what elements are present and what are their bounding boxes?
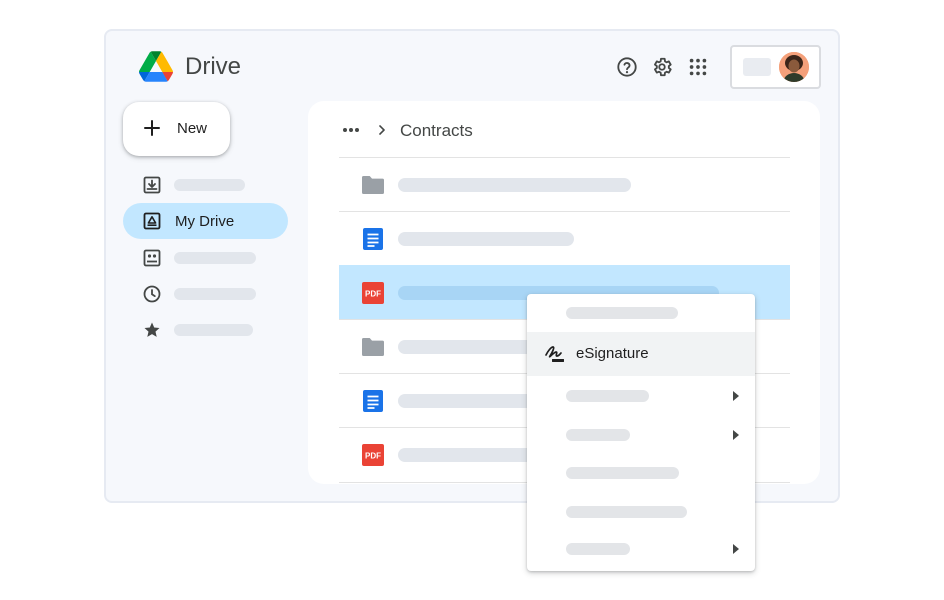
menu-item[interactable] xyxy=(527,493,755,531)
submenu-arrow-icon xyxy=(733,430,739,440)
menu-item-placeholder xyxy=(566,543,630,555)
sidebar-item-starred[interactable] xyxy=(123,312,288,348)
context-menu: eSignature xyxy=(527,294,755,571)
menu-item-placeholder xyxy=(566,390,649,402)
sidebar-item-placeholder xyxy=(174,288,256,300)
file-name-placeholder xyxy=(398,232,574,246)
pdf-badge-text: PDF xyxy=(365,452,381,461)
new-button[interactable]: New xyxy=(123,102,230,156)
help-icon[interactable] xyxy=(616,56,638,78)
sidebar-item-shared[interactable] xyxy=(123,240,288,276)
my-drive-icon xyxy=(143,212,161,230)
menu-item-submenu[interactable] xyxy=(527,416,755,454)
new-button-label: New xyxy=(177,120,208,137)
pdf-badge-text: PDF xyxy=(365,290,381,299)
sidebar-item-downloads[interactable] xyxy=(123,167,288,203)
account-name-placeholder xyxy=(743,58,771,76)
clock-icon xyxy=(143,285,161,303)
menu-item[interactable] xyxy=(527,454,755,492)
drive-logo-icon xyxy=(139,51,173,82)
menu-item-placeholder xyxy=(566,429,630,441)
file-row[interactable] xyxy=(339,157,790,211)
account-switcher[interactable] xyxy=(730,45,821,89)
sidebar-item-label: My Drive xyxy=(175,213,235,230)
sidebar-item-recent[interactable] xyxy=(123,276,288,312)
sidebar-item-my-drive[interactable]: My Drive xyxy=(123,203,288,239)
sidebar-item-placeholder xyxy=(174,252,256,264)
app-title: Drive xyxy=(185,53,242,80)
plus-icon xyxy=(144,120,160,136)
breadcrumb[interactable]: Contracts xyxy=(400,121,473,141)
submenu-arrow-icon xyxy=(733,544,739,554)
sidebar-item-placeholder xyxy=(174,324,253,336)
avatar[interactable] xyxy=(779,52,809,82)
pdf-icon: PDF xyxy=(362,282,384,304)
menu-item[interactable] xyxy=(527,294,755,332)
pdf-icon: PDF xyxy=(362,444,384,466)
esignature-label: eSignature xyxy=(576,345,649,362)
folder-icon xyxy=(362,338,384,356)
docs-icon xyxy=(363,228,383,250)
menu-item-submenu[interactable] xyxy=(527,377,755,415)
folder-icon xyxy=(362,176,384,194)
menu-item-placeholder xyxy=(566,506,687,518)
menu-item-placeholder xyxy=(566,467,679,479)
menu-item-submenu[interactable] xyxy=(527,530,755,568)
menu-item-placeholder xyxy=(566,307,678,319)
file-row[interactable] xyxy=(339,211,790,265)
settings-icon[interactable] xyxy=(651,56,673,78)
chevron-right-icon xyxy=(379,125,385,135)
submenu-arrow-icon xyxy=(733,391,739,401)
menu-item-esignature[interactable]: eSignature xyxy=(527,332,755,376)
signature-icon xyxy=(545,346,564,362)
download-tray-icon xyxy=(143,176,161,194)
docs-icon xyxy=(363,390,383,412)
more-horizontal-icon[interactable] xyxy=(342,127,360,133)
star-icon xyxy=(144,322,160,337)
shared-contacts-icon xyxy=(143,249,161,267)
apps-grid-icon[interactable] xyxy=(687,56,709,78)
file-name-placeholder xyxy=(398,178,631,192)
sidebar-item-placeholder xyxy=(174,179,245,191)
